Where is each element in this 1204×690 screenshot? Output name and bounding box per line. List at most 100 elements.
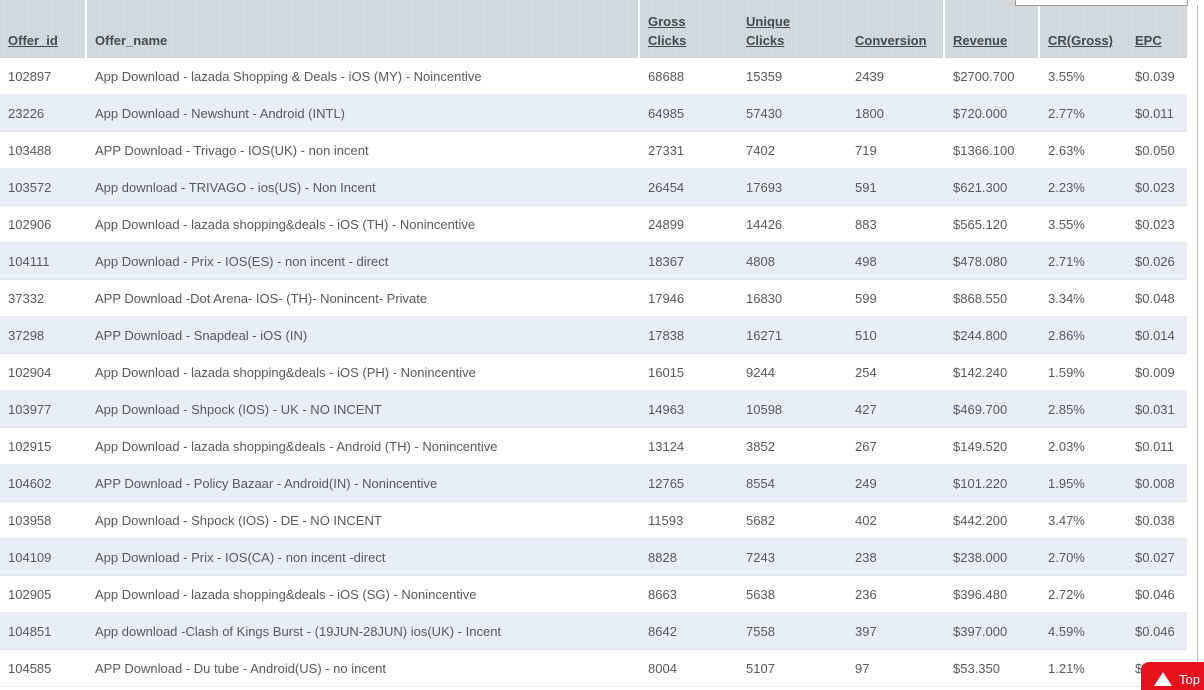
cell-unique-clicks: 9244 xyxy=(746,364,775,380)
cell-epc: $0.023 xyxy=(1135,216,1175,232)
cell-unique-clicks: 14426 xyxy=(746,216,783,232)
column-header-cr-gross[interactable]: CR(Gross) xyxy=(1040,0,1127,58)
table-row: 104109 App Download - Prix - IOS(CA) - n… xyxy=(0,539,1187,576)
cell-offer-id: 104851 xyxy=(8,623,52,639)
cell-revenue: $621.300 xyxy=(953,179,1008,195)
cell-epc: $0.011 xyxy=(1135,438,1174,454)
cell-cr-gross: 3.47% xyxy=(1048,512,1085,528)
cell-gross-clicks: 11593 xyxy=(648,512,684,528)
table-row: 102904 App Download - lazada shopping&de… xyxy=(0,354,1187,391)
column-header-gross-clicks[interactable]: Gross Clicks xyxy=(640,0,738,58)
cell-offer-id: 103958 xyxy=(8,512,52,528)
cell-conversion: 510 xyxy=(855,327,877,343)
cell-epc: $0.027 xyxy=(1135,549,1175,565)
column-header-label: Gross Clicks xyxy=(648,14,687,49)
cell-epc: $0.039 xyxy=(1135,68,1175,84)
cell-epc: $0.023 xyxy=(1135,179,1175,195)
cell-gross-clicks: 12765 xyxy=(648,475,685,491)
column-header-conversion[interactable]: Conversion xyxy=(847,0,945,58)
cell-conversion: 427 xyxy=(855,401,877,417)
cell-gross-clicks: 14963 xyxy=(648,401,685,417)
cell-gross-clicks: 18367 xyxy=(648,253,685,269)
cell-epc: $0.046 xyxy=(1135,623,1175,639)
cell-epc: $0.008 xyxy=(1135,475,1175,491)
cell-offer-name: APP Download - Snapdeal - iOS (IN) xyxy=(95,327,308,343)
column-header-offer-name: Offer_name xyxy=(87,0,640,58)
cell-unique-clicks: 7243 xyxy=(746,549,775,565)
cell-revenue: $396.480 xyxy=(953,586,1008,602)
table-row: 102906 App Download - lazada shopping&de… xyxy=(0,206,1187,243)
cell-offer-id: 103572 xyxy=(8,179,52,195)
cell-conversion: 249 xyxy=(855,475,877,491)
column-header-revenue[interactable]: Revenue xyxy=(945,0,1040,58)
cell-revenue: $478.080 xyxy=(953,253,1008,269)
cell-gross-clicks: 8642 xyxy=(648,623,677,639)
table-row: 104851 App download -Clash of Kings Burs… xyxy=(0,613,1187,650)
cell-cr-gross: 3.55% xyxy=(1048,216,1085,232)
cell-conversion: 1800 xyxy=(855,105,884,121)
cell-cr-gross: 1.95% xyxy=(1048,475,1085,491)
cell-offer-id: 103488 xyxy=(8,142,52,158)
cell-gross-clicks: 27331 xyxy=(648,142,685,158)
up-arrow-icon xyxy=(1154,672,1172,686)
cell-gross-clicks: 16015 xyxy=(648,364,685,380)
cell-offer-id: 103977 xyxy=(8,401,52,417)
cell-conversion: 2439 xyxy=(855,68,884,84)
table-row: 37332 APP Download -Dot Arena- IOS- (TH)… xyxy=(0,280,1187,317)
table-row: 23226 App Download - Newshunt - Android … xyxy=(0,95,1187,132)
cell-offer-id: 102905 xyxy=(8,586,52,602)
cell-gross-clicks: 26454 xyxy=(648,179,685,195)
cell-gross-clicks: 8663 xyxy=(648,586,677,602)
table-row: 103572 App download - TRIVAGO - ios(US) … xyxy=(0,169,1187,206)
cell-revenue: $2700.700 xyxy=(953,68,1015,84)
cell-unique-clicks: 10598 xyxy=(746,401,783,417)
table-row: 104585 APP Download - Du tube - Android(… xyxy=(0,650,1187,687)
cell-revenue: $244.800 xyxy=(953,327,1008,343)
cell-gross-clicks: 24899 xyxy=(648,216,685,232)
cell-offer-name: App Download - Prix - IOS(ES) - non ince… xyxy=(95,253,389,269)
cell-offer-id: 23226 xyxy=(8,105,45,121)
column-header-epc[interactable]: EPC xyxy=(1127,0,1187,58)
cell-offer-name: APP Download -Dot Arena- IOS- (TH)- Noni… xyxy=(95,290,428,306)
column-header-offer-id[interactable]: Offer_id xyxy=(0,0,87,58)
cell-unique-clicks: 3852 xyxy=(746,438,775,454)
cell-gross-clicks: 68688 xyxy=(648,68,685,84)
cell-epc: $0.026 xyxy=(1135,253,1175,269)
cell-offer-name: App Download - lazada shopping&deals - i… xyxy=(95,364,476,380)
column-header-unique-clicks[interactable]: Unique Clicks xyxy=(738,0,847,58)
cell-gross-clicks: 8004 xyxy=(648,660,677,676)
table-row: 102905 App Download - lazada shopping&de… xyxy=(0,576,1187,613)
cell-revenue: $101.220 xyxy=(953,475,1008,491)
column-header-label: Revenue xyxy=(953,33,1008,49)
cell-unique-clicks: 7558 xyxy=(746,623,775,639)
column-header-label: Offer_name xyxy=(95,33,168,49)
cell-revenue: $720.000 xyxy=(953,105,1008,121)
table-row: 104111 App Download - Prix - IOS(ES) - n… xyxy=(0,243,1187,280)
search-input[interactable] xyxy=(1015,0,1188,6)
cell-revenue: $142.240 xyxy=(953,364,1008,380)
back-to-top-label: Top xyxy=(1179,671,1200,687)
cell-unique-clicks: 15359 xyxy=(746,68,783,84)
cell-epc: $0.046 xyxy=(1135,586,1175,602)
cell-cr-gross: 2.23% xyxy=(1048,179,1085,195)
table-row: 104602 APP Download - Policy Bazaar - An… xyxy=(0,465,1187,502)
cell-unique-clicks: 5638 xyxy=(746,586,775,602)
cell-conversion: 883 xyxy=(855,216,877,232)
cell-revenue: $53.350 xyxy=(953,660,1000,676)
cell-offer-id: 37298 xyxy=(8,327,45,343)
cell-cr-gross: 2.71% xyxy=(1048,253,1085,269)
offers-report-page: Offer_id Offer_name Gross Clicks Unique … xyxy=(0,0,1204,690)
cell-revenue: $868.550 xyxy=(953,290,1008,306)
cell-conversion: 238 xyxy=(855,549,877,565)
table-row: 102915 App Download - lazada shopping&de… xyxy=(0,428,1187,465)
back-to-top-button[interactable]: Top xyxy=(1141,662,1204,690)
cell-offer-name: App Download - Shpock (IOS) - DE - NO IN… xyxy=(95,512,382,528)
cell-offer-id: 104109 xyxy=(8,549,52,565)
column-header-label: EPC xyxy=(1135,33,1162,49)
table-body: 102897 App Download - lazada Shopping & … xyxy=(0,58,1187,687)
cell-unique-clicks: 16830 xyxy=(746,290,783,306)
cell-revenue: $149.520 xyxy=(953,438,1008,454)
cell-cr-gross: 2.72% xyxy=(1048,586,1085,602)
cell-offer-name: APP Download - Trivago - IOS(UK) - non i… xyxy=(95,142,369,158)
cell-cr-gross: 2.63% xyxy=(1048,142,1085,158)
